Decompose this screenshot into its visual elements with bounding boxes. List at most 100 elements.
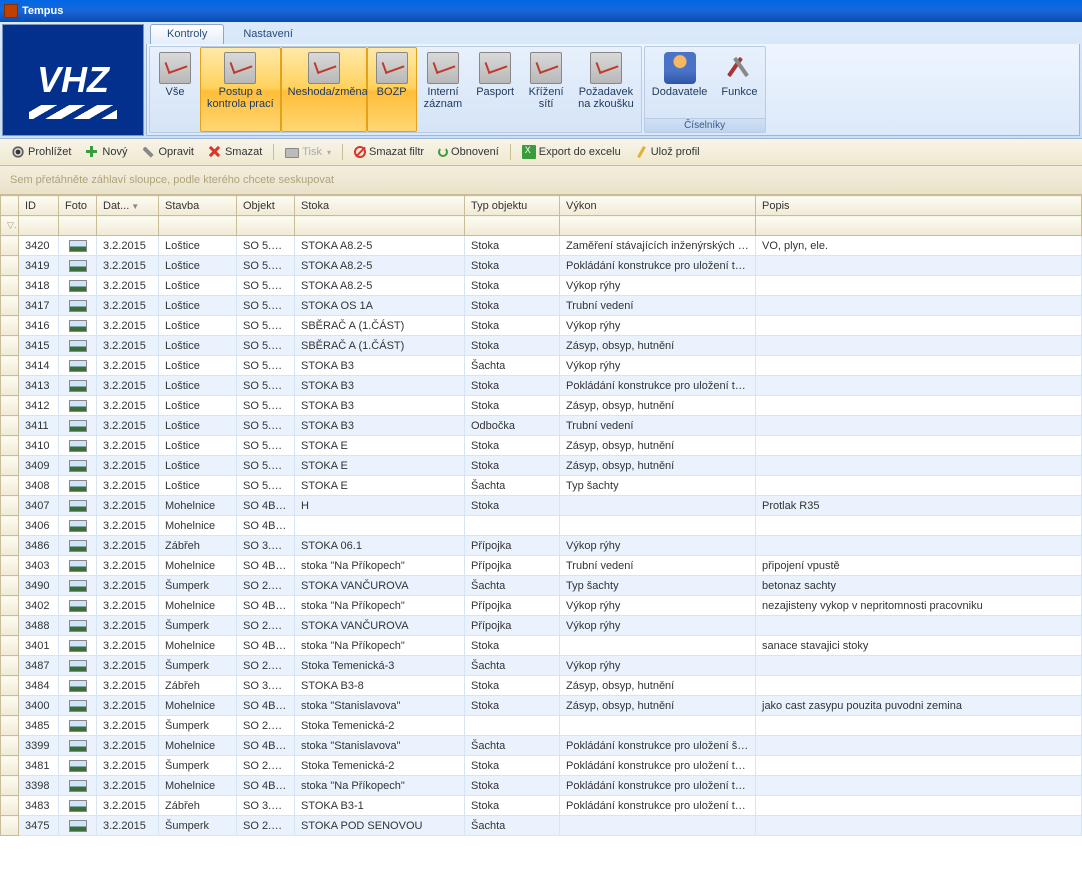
cell-foto[interactable] xyxy=(59,456,97,476)
col-id[interactable]: ID xyxy=(19,196,59,216)
cell-foto[interactable] xyxy=(59,576,97,596)
row-header[interactable] xyxy=(1,656,19,676)
ribbon-btn-6[interactable]: Kříženísítí xyxy=(521,47,571,132)
btn-opravit[interactable]: Opravit xyxy=(136,142,198,162)
table-row[interactable]: 34843.2.2015ZábřehSO 3.010STOKA B3-8Stok… xyxy=(1,676,1082,696)
cell-foto[interactable] xyxy=(59,616,97,636)
ribbon-btn-3[interactable]: BOZP xyxy=(367,47,417,132)
row-header[interactable] xyxy=(1,556,19,576)
row-header[interactable] xyxy=(1,296,19,316)
col-typ[interactable]: Typ objektu xyxy=(465,196,560,216)
btn-export[interactable]: Export do excelu xyxy=(517,142,626,162)
btn-smazat[interactable]: Smazat xyxy=(203,142,267,162)
btn-smazat-filtr[interactable]: Smazat filtr xyxy=(349,143,429,161)
row-header[interactable] xyxy=(1,256,19,276)
ribbon-btn-4[interactable]: Internízáznam xyxy=(417,47,470,132)
cell-foto[interactable] xyxy=(59,296,97,316)
row-header[interactable] xyxy=(1,696,19,716)
table-row[interactable]: 34813.2.2015ŠumperkSO 2.002Stoka Temenic… xyxy=(1,756,1082,776)
row-header[interactable] xyxy=(1,616,19,636)
cell-foto[interactable] xyxy=(59,696,97,716)
filter-id[interactable] xyxy=(19,216,59,236)
table-row[interactable]: 34063.2.2015MohelniceSO 4B.012 xyxy=(1,516,1082,536)
cell-foto[interactable] xyxy=(59,336,97,356)
filter-typ[interactable] xyxy=(465,216,560,236)
row-header[interactable] xyxy=(1,716,19,736)
tab-nastaveni[interactable]: Nastavení xyxy=(226,24,310,44)
row-header[interactable] xyxy=(1,316,19,336)
table-row[interactable]: 34883.2.2015ŠumperkSO 2.003STOKA VANČURO… xyxy=(1,616,1082,636)
cell-foto[interactable] xyxy=(59,516,97,536)
cell-foto[interactable] xyxy=(59,596,97,616)
filter-popis[interactable] xyxy=(756,216,1082,236)
table-row[interactable]: 34863.2.2015ZábřehSO 3.006STOKA 06.1Příp… xyxy=(1,536,1082,556)
cell-foto[interactable] xyxy=(59,396,97,416)
table-row[interactable]: 34143.2.2015LošticeSO 5.002STOKA B3Šacht… xyxy=(1,356,1082,376)
btn-tisk[interactable]: Tisk▾ xyxy=(280,143,336,161)
btn-prohlizet[interactable]: Prohlížet xyxy=(6,142,76,162)
ribbon-btn-1[interactable]: Postup akontrola prací xyxy=(200,47,281,132)
table-row[interactable]: 34073.2.2015MohelniceSO 4B.011HStokaProt… xyxy=(1,496,1082,516)
col-dat[interactable]: Dat...▼ xyxy=(97,196,159,216)
cell-foto[interactable] xyxy=(59,756,97,776)
table-row[interactable]: 34003.2.2015MohelniceSO 4B.003stoka "Sta… xyxy=(1,696,1082,716)
table-row[interactable]: 34133.2.2015LošticeSO 5.002STOKA B3Stoka… xyxy=(1,376,1082,396)
cell-foto[interactable] xyxy=(59,536,97,556)
cell-foto[interactable] xyxy=(59,416,97,436)
col-stavba[interactable]: Stavba xyxy=(159,196,237,216)
table-row[interactable]: 34873.2.2015ŠumperkSO 2.002Stoka Temenic… xyxy=(1,656,1082,676)
ribbon-btn-5[interactable]: Pasport xyxy=(469,47,521,132)
table-row[interactable]: 34013.2.2015MohelniceSO 4B.003stoka "Na … xyxy=(1,636,1082,656)
cell-foto[interactable] xyxy=(59,236,97,256)
ribbon-btn-0[interactable]: Vše xyxy=(150,47,200,132)
row-header[interactable] xyxy=(1,276,19,296)
row-header[interactable] xyxy=(1,476,19,496)
row-header[interactable] xyxy=(1,376,19,396)
row-header[interactable] xyxy=(1,796,19,816)
row-header[interactable] xyxy=(1,436,19,456)
table-row[interactable]: 34163.2.2015LošticeSO 5.001SBĚRAČ A (1.Č… xyxy=(1,316,1082,336)
table-row[interactable]: 34113.2.2015LošticeSO 5.002STOKA B3Odboč… xyxy=(1,416,1082,436)
table-row[interactable]: 34183.2.2015LošticeSO 5.004STOKA A8.2-5S… xyxy=(1,276,1082,296)
cell-foto[interactable] xyxy=(59,436,97,456)
col-foto[interactable]: Foto xyxy=(59,196,97,216)
cell-foto[interactable] xyxy=(59,796,97,816)
row-header[interactable] xyxy=(1,456,19,476)
cell-foto[interactable] xyxy=(59,716,97,736)
ribbon-btn2-1[interactable]: Funkce xyxy=(714,47,764,118)
cell-foto[interactable] xyxy=(59,656,97,676)
filter-vykon[interactable] xyxy=(560,216,756,236)
ribbon-btn2-0[interactable]: Dodavatele xyxy=(645,47,715,118)
cell-foto[interactable] xyxy=(59,676,97,696)
cell-foto[interactable] xyxy=(59,736,97,756)
table-row[interactable]: 34153.2.2015LošticeSO 5.001SBĚRAČ A (1.Č… xyxy=(1,336,1082,356)
table-row[interactable]: 34753.2.2015ŠumperkSO 2.006STOKA POD SEN… xyxy=(1,816,1082,836)
col-rowselector[interactable] xyxy=(1,196,19,216)
cell-foto[interactable] xyxy=(59,776,97,796)
table-row[interactable]: 34833.2.2015ZábřehSO 3.010STOKA B3-1Stok… xyxy=(1,796,1082,816)
filter-foto[interactable] xyxy=(59,216,97,236)
row-header[interactable] xyxy=(1,756,19,776)
row-header[interactable] xyxy=(1,596,19,616)
row-header[interactable] xyxy=(1,816,19,836)
table-row[interactable]: 34023.2.2015MohelniceSO 4B.003stoka "Na … xyxy=(1,596,1082,616)
cell-foto[interactable] xyxy=(59,376,97,396)
row-header[interactable] xyxy=(1,536,19,556)
table-row[interactable]: 34853.2.2015ŠumperkSO 2.002Stoka Temenic… xyxy=(1,716,1082,736)
ribbon-btn-2[interactable]: Neshoda/změna xyxy=(281,47,367,132)
row-header[interactable] xyxy=(1,336,19,356)
cell-foto[interactable] xyxy=(59,476,97,496)
table-row[interactable]: 33993.2.2015MohelniceSO 4B.003stoka "Sta… xyxy=(1,736,1082,756)
cell-foto[interactable] xyxy=(59,316,97,336)
group-by-hint[interactable]: Sem přetáhněte záhlaví sloupce, podle kt… xyxy=(0,166,1082,195)
cell-foto[interactable] xyxy=(59,276,97,296)
ribbon-btn-7[interactable]: Požadavekna zkoušku xyxy=(571,47,641,132)
row-header[interactable] xyxy=(1,236,19,256)
row-header[interactable] xyxy=(1,736,19,756)
col-objekt[interactable]: Objekt xyxy=(237,196,295,216)
filter-stoka[interactable] xyxy=(295,216,465,236)
col-popis[interactable]: Popis xyxy=(756,196,1082,216)
table-row[interactable]: 34173.2.2015LošticeSO 5.001STOKA OS 1ASt… xyxy=(1,296,1082,316)
filter-dat[interactable] xyxy=(97,216,159,236)
row-header[interactable] xyxy=(1,676,19,696)
